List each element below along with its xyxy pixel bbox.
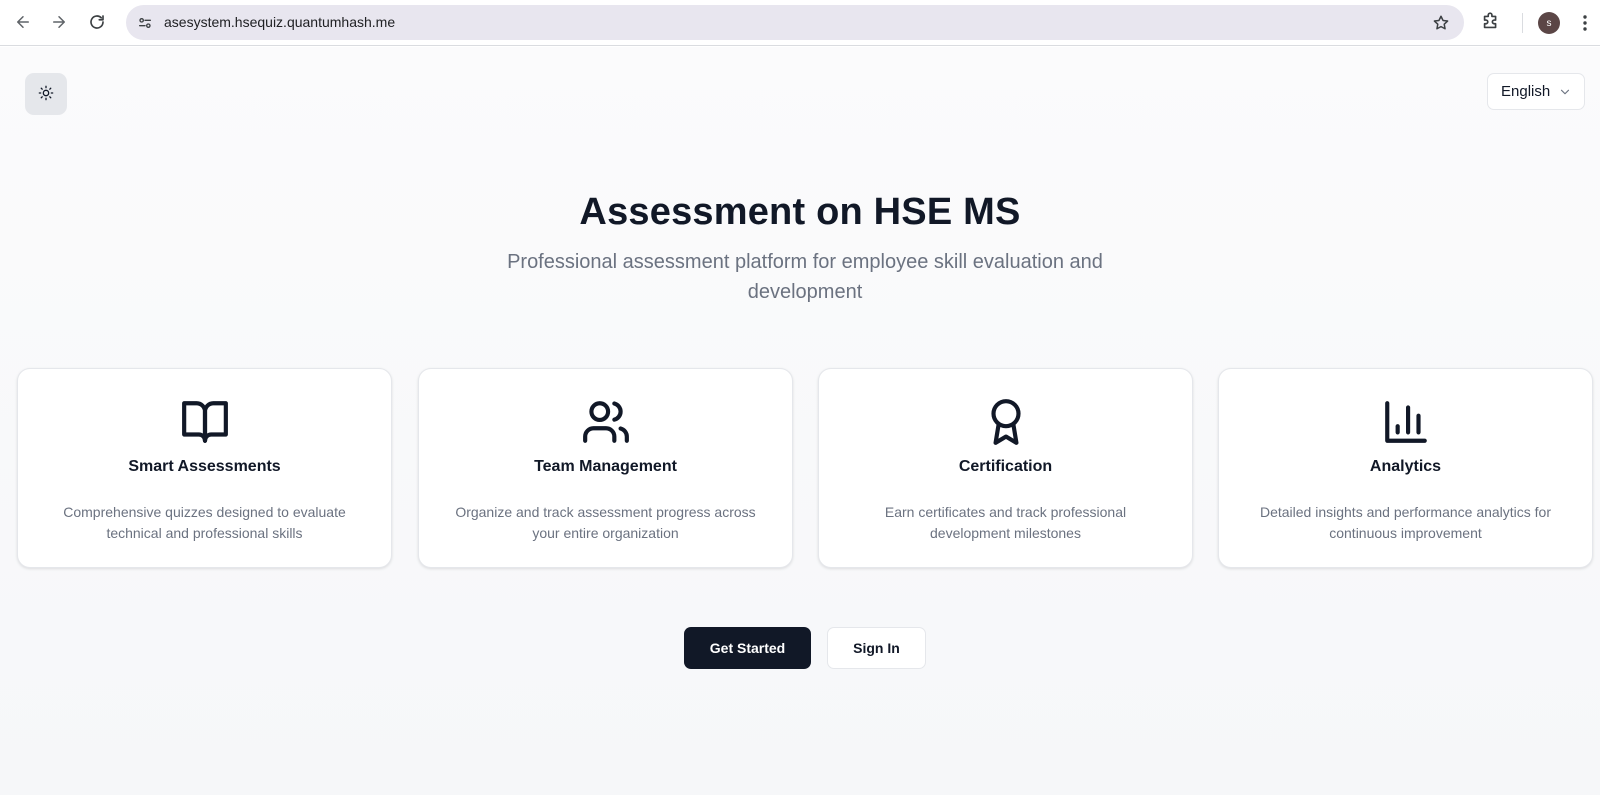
- feature-title: Certification: [958, 458, 1053, 475]
- profile-avatar[interactable]: s: [1538, 12, 1560, 34]
- back-arrow-icon[interactable]: [8, 7, 38, 37]
- kebab-menu-icon[interactable]: [1575, 12, 1595, 34]
- feature-title: Team Management: [534, 458, 677, 475]
- sign-in-button[interactable]: Sign In: [827, 627, 926, 669]
- get-started-button[interactable]: Get Started: [684, 627, 811, 669]
- landing-page: English Assessment on HSE MS Professiona…: [0, 47, 1600, 795]
- feature-description: Organize and track assessment progress a…: [455, 504, 756, 541]
- page-subtitle: Professional assessment platform for emp…: [507, 251, 1103, 303]
- puzzle-icon[interactable]: [1480, 10, 1504, 34]
- star-icon[interactable]: [1430, 12, 1452, 34]
- feature-description: Comprehensive quizzes designed to evalua…: [63, 504, 346, 541]
- page-title: Assessment on HSE MS: [579, 191, 1021, 233]
- reload-icon[interactable]: [82, 7, 112, 37]
- language-select[interactable]: English: [1487, 73, 1585, 110]
- feature-card-certification: Certification Earn certificates and trac…: [818, 368, 1193, 568]
- feature-card-analytics: Analytics Detailed insights and performa…: [1218, 368, 1593, 568]
- browser-toolbar: asesystem.hsequiz.quantumhash.me s: [0, 0, 1600, 46]
- chevron-down-icon: [1558, 85, 1572, 99]
- forward-arrow-icon[interactable]: [44, 7, 74, 37]
- bar-chart-icon: [1219, 397, 1592, 447]
- profile-initial: s: [1546, 17, 1552, 29]
- toolbar-divider: [1522, 13, 1523, 33]
- feature-description: Detailed insights and performance analyt…: [1259, 504, 1552, 541]
- theme-toggle-button[interactable]: [25, 73, 67, 115]
- feature-title: Analytics: [1369, 458, 1442, 475]
- language-label: English: [1501, 83, 1551, 100]
- award-icon: [819, 397, 1192, 447]
- book-open-icon: [18, 397, 391, 447]
- site-settings-icon[interactable]: [135, 13, 155, 33]
- feature-card-smart-assessments: Smart Assessments Comprehensive quizzes …: [17, 368, 392, 568]
- feature-description: Earn certificates and track professional…: [884, 504, 1127, 541]
- sun-icon: [38, 85, 54, 104]
- feature-cards: Smart Assessments Comprehensive quizzes …: [17, 368, 1593, 568]
- users-icon: [419, 397, 792, 447]
- url-text[interactable]: asesystem.hsequiz.quantumhash.me: [164, 14, 395, 30]
- address-bar[interactable]: asesystem.hsequiz.quantumhash.me: [126, 5, 1464, 40]
- feature-card-team-management: Team Management Organize and track asses…: [418, 368, 793, 568]
- feature-title: Smart Assessments: [128, 458, 281, 475]
